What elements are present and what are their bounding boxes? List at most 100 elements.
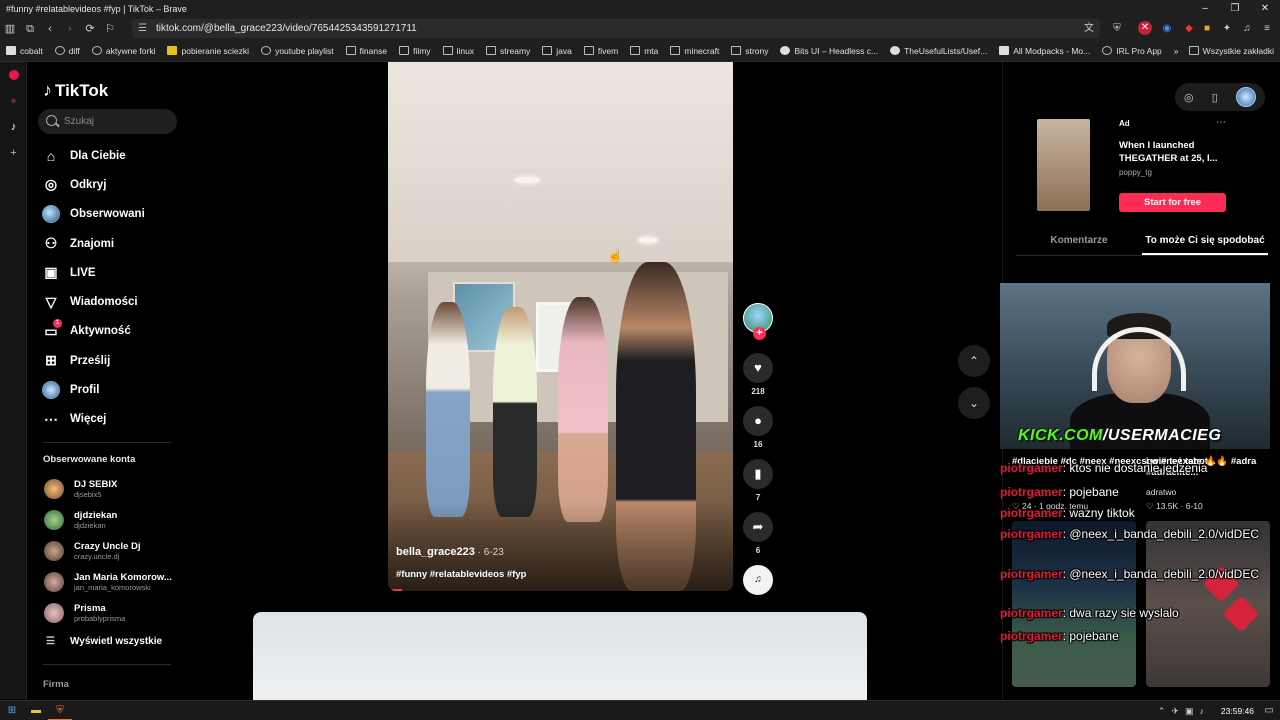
- ad-card[interactable]: Ad ⋯ When I launched THEGATHER at 25, I.…: [1016, 117, 1264, 215]
- sidebar-add-icon[interactable]: +: [0, 140, 27, 166]
- media-icon[interactable]: ♫: [1238, 19, 1256, 38]
- save-button[interactable]: ▮ 7: [743, 459, 773, 502]
- headphones-icon: [1092, 327, 1186, 391]
- next-video-preview[interactable]: [253, 612, 867, 700]
- tiktok-sidebar: ♪ TikTok Szukaj ⌂ Dla Ciebie ◎ Odkryj Obse…: [28, 62, 188, 699]
- nav-item-messages[interactable]: ▽ Wiadomości: [40, 287, 180, 316]
- nav-item-profile[interactable]: Profil: [40, 375, 180, 404]
- follow-plus-icon[interactable]: +: [753, 327, 766, 340]
- menu-icon[interactable]: ≡: [1258, 19, 1276, 38]
- bookmark-item[interactable]: aktywne forki: [86, 40, 162, 61]
- address-bar[interactable]: ☰ tiktok.com/@bella_grace223/video/76544…: [132, 19, 1100, 38]
- tab-you-may-like[interactable]: To może Ci się spodobać: [1142, 228, 1268, 255]
- bookmark-icon: ▮: [743, 459, 773, 489]
- bookmark-folder[interactable]: filmy: [393, 40, 436, 61]
- nav-item-upload[interactable]: ⊞ Prześlij: [40, 346, 180, 375]
- nav-item-live[interactable]: ▣ LIVE: [40, 258, 180, 287]
- tab-comments[interactable]: Komentarze: [1016, 228, 1142, 255]
- video-player[interactable]: bella_grace223 · 6-23 #funny #relatablev…: [388, 62, 733, 591]
- bookmark-item[interactable]: diff: [49, 40, 86, 61]
- nav-item-explore[interactable]: ◎ Odkryj: [40, 170, 180, 199]
- file-explorer-icon[interactable]: ▬: [24, 701, 48, 720]
- bookmark-item[interactable]: Bits UI – Headless c...: [774, 40, 884, 61]
- video-author[interactable]: bella_grace223 · 6-23: [396, 546, 504, 558]
- brave-shields-icon[interactable]: ✕: [1138, 21, 1152, 35]
- recommended-video[interactable]: [1146, 521, 1270, 687]
- shield-icon[interactable]: ⛨: [1108, 19, 1126, 38]
- ad-title[interactable]: When I launched THEGATHER at 25, I...: [1119, 139, 1239, 165]
- bookmark-folder[interactable]: minecraft: [664, 40, 725, 61]
- forward-button[interactable]: ›: [60, 19, 80, 39]
- nav-item-friends[interactable]: ⚇ Znajomi: [40, 229, 180, 258]
- comment-button[interactable]: ● 16: [743, 406, 773, 449]
- bookmark-folder[interactable]: streamy: [480, 40, 536, 61]
- bookmark-item[interactable]: youtube playlist: [255, 40, 340, 61]
- bookmark-folder[interactable]: finanse: [340, 40, 393, 61]
- bookmark-item[interactable]: cobalt: [0, 40, 49, 61]
- video-progress-bar[interactable]: [388, 589, 402, 591]
- bookmark-folder[interactable]: fivem: [578, 40, 624, 61]
- nav-item-activity[interactable]: ▭ 1 Aktywność: [40, 317, 180, 346]
- tiktok-logo[interactable]: ♪ TikTok: [43, 80, 108, 101]
- next-video-button[interactable]: ⌄: [958, 387, 990, 419]
- bookmark-item[interactable]: All Modpacks - Mo...: [993, 40, 1096, 61]
- puzzle-icon[interactable]: ✦: [1218, 19, 1236, 38]
- nav-item-more[interactable]: ⋯ Więcej: [40, 405, 180, 434]
- nav-item-following[interactable]: Obserwowani: [40, 200, 180, 229]
- sidebar-tiktok-icon[interactable]: ♪: [0, 114, 27, 140]
- sidebar-toggle-icon[interactable]: ▥: [0, 19, 20, 39]
- top-tools: ◎ ▯: [1175, 83, 1265, 111]
- show-all-button[interactable]: ☰ Wyświetl wszystkie: [46, 636, 162, 647]
- back-button[interactable]: ‹: [40, 19, 60, 39]
- minimize-button[interactable]: –: [1190, 0, 1220, 17]
- tabs-icon[interactable]: ⧉: [20, 19, 40, 39]
- bookmark-page-icon[interactable]: ⚐: [100, 19, 120, 39]
- reload-button[interactable]: ⟳: [80, 19, 100, 39]
- device-icon[interactable]: ▯: [1212, 91, 1218, 104]
- bookmark-folder[interactable]: strony: [725, 40, 774, 61]
- brave-browser-icon[interactable]: ⛨: [48, 701, 72, 720]
- translate-icon[interactable]: 文: [1080, 19, 1098, 38]
- windows-start-icon[interactable]: ⊞: [0, 701, 24, 720]
- bookmark-favicon-icon: [54, 46, 65, 55]
- extension-icon[interactable]: ◆: [1180, 19, 1198, 38]
- followed-account[interactable]: Crazy Uncle Dj crazy.uncle.dj: [44, 536, 184, 566]
- followed-account[interactable]: Prisma probablyprisma: [44, 598, 184, 628]
- maximize-button[interactable]: ❐: [1220, 0, 1250, 17]
- taskbar-clock[interactable]: 23:59:46: [1221, 701, 1254, 720]
- recommended-video[interactable]: [1012, 521, 1136, 687]
- bookmark-folder[interactable]: linux: [437, 40, 480, 61]
- ad-cta-button[interactable]: Start for free: [1119, 193, 1226, 212]
- followed-account[interactable]: Jan Maria Komorow... jan_maria_komorowski: [44, 567, 184, 597]
- followed-account[interactable]: DJ SEBIX djsebix5: [44, 474, 184, 504]
- ad-account[interactable]: poppy_tg: [1119, 168, 1152, 177]
- bookmark-folder[interactable]: mta: [624, 40, 664, 61]
- previous-video-button[interactable]: ⌃: [958, 345, 990, 377]
- creator-avatar[interactable]: +: [743, 303, 773, 340]
- recommended-video-author[interactable]: adratwo: [1146, 487, 1176, 497]
- share-button[interactable]: ➦ 6: [743, 512, 773, 555]
- video-caption[interactable]: #funny #relatablevideos #fyp: [396, 569, 526, 580]
- like-button[interactable]: ♥ 218: [743, 353, 773, 396]
- music-disc-icon[interactable]: ♫: [743, 565, 773, 595]
- bookmark-item[interactable]: pobieranie sciezki: [161, 40, 255, 61]
- notifications-icon[interactable]: ▭: [1265, 701, 1274, 720]
- ad-thumbnail[interactable]: [1037, 119, 1090, 211]
- bookmark-item[interactable]: IRL Pro App: [1096, 40, 1168, 61]
- bookmark-folder[interactable]: java: [536, 40, 578, 61]
- all-bookmarks-button[interactable]: Wszystkie zakładki: [1183, 40, 1280, 61]
- close-button[interactable]: ✕: [1250, 0, 1280, 17]
- search-input[interactable]: Szukaj: [38, 109, 177, 134]
- explore-icon[interactable]: ◎: [1184, 91, 1194, 104]
- user-avatar[interactable]: [1235, 87, 1256, 107]
- sidebar-app-icon[interactable]: ●: [0, 88, 27, 114]
- bookmark-item[interactable]: TheUsefulLists/Usef...: [884, 40, 993, 61]
- extension-icon[interactable]: ◉: [1158, 19, 1176, 38]
- avatar: [44, 479, 64, 499]
- followed-account[interactable]: djdziekan djdziekan: [44, 505, 184, 535]
- extension-icon[interactable]: ■: [1198, 19, 1216, 38]
- sidebar-brave-icon[interactable]: [0, 62, 27, 88]
- nav-item-for-you[interactable]: ⌂ Dla Ciebie: [40, 141, 180, 170]
- site-settings-icon[interactable]: ☰: [138, 19, 147, 38]
- more-options-icon[interactable]: ⋯: [1216, 117, 1226, 128]
